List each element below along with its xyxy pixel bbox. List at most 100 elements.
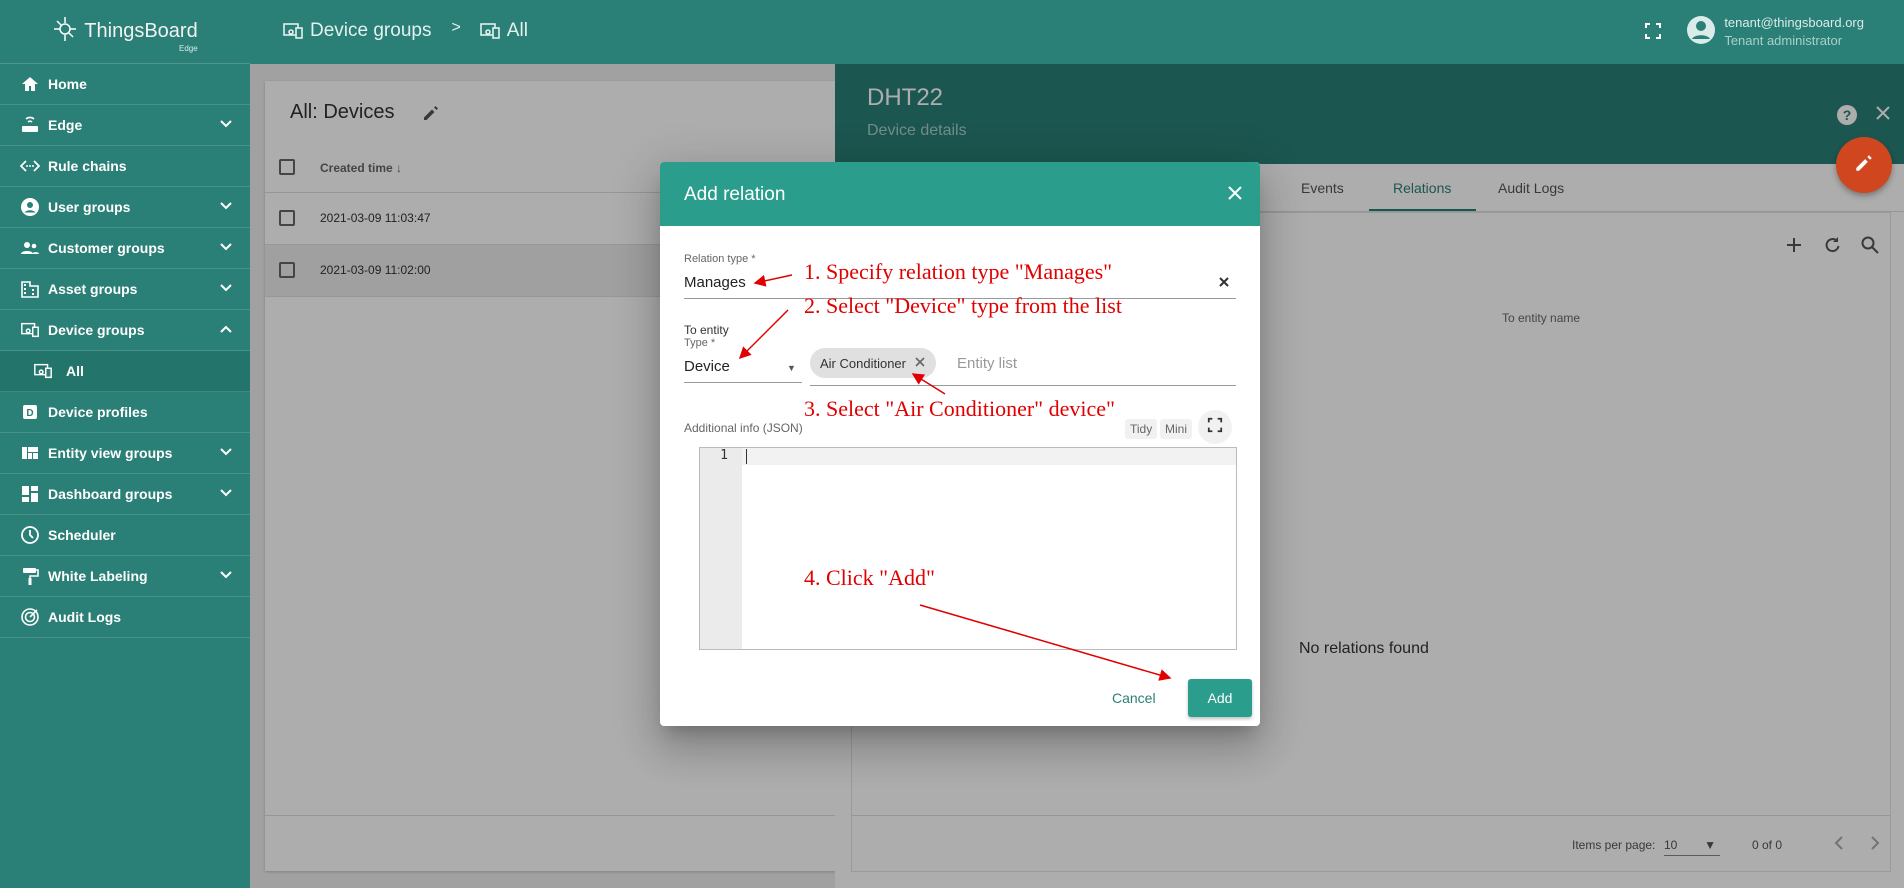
entity-chip-label: Air Conditioner	[820, 355, 906, 371]
sidebar: ThingsBoard Edge Home Edge Rule chains User …	[0, 0, 250, 888]
sidebar-item-label: Audit Logs	[48, 609, 122, 625]
entity-type-select[interactable]: Device	[684, 358, 730, 375]
user-email: tenant@thingsboard.org	[1724, 15, 1864, 30]
sidebar-item-label: Customer groups	[48, 240, 165, 256]
close-icon[interactable]	[1226, 184, 1244, 207]
sidebar-item-home[interactable]: Home	[0, 64, 250, 105]
chevron-down-icon[interactable]	[219, 486, 233, 503]
settings-ethernet-icon	[19, 155, 41, 177]
view-quilt-icon	[19, 442, 41, 464]
chevron-down-icon[interactable]	[219, 240, 233, 257]
fullscreen-icon[interactable]	[1644, 22, 1662, 45]
account-circle-icon	[19, 196, 41, 218]
logo-title: ThingsBoard	[84, 20, 198, 42]
sidebar-item-asset-groups[interactable]: Asset groups	[0, 269, 250, 310]
add-relation-dialog: Add relation Relation type * Manages To …	[660, 162, 1260, 726]
breadcrumb-separator: >	[451, 19, 461, 36]
sidebar-item-scheduler[interactable]: Scheduler	[0, 515, 250, 556]
chevron-down-icon[interactable]	[219, 281, 233, 298]
fullscreen-button[interactable]	[1198, 410, 1232, 444]
chevron-down-icon[interactable]	[219, 568, 233, 585]
fullscreen-icon	[1207, 417, 1223, 438]
logo[interactable]: ThingsBoard Edge	[0, 0, 250, 64]
entity-list-input[interactable]: Entity list	[957, 355, 1017, 372]
supervisor-account-icon	[19, 237, 41, 259]
cancel-button[interactable]: Cancel	[1112, 690, 1156, 706]
breadcrumb-device-groups[interactable]: Device groups	[310, 20, 431, 42]
sidebar-item-label: All	[66, 363, 84, 379]
home-icon	[19, 73, 41, 95]
sidebar-item-white-labeling[interactable]: White Labeling	[0, 556, 250, 597]
sidebar-item-label: Home	[48, 76, 87, 92]
devices-other-icon	[32, 360, 54, 382]
relation-type-input[interactable]: Manages	[684, 274, 746, 291]
type-label: Type *	[684, 337, 716, 349]
line-number: 1	[720, 448, 728, 463]
domain-icon	[19, 278, 41, 300]
devices-other-icon	[282, 22, 304, 40]
sidebar-item-label: Scheduler	[48, 527, 116, 543]
sidebar-item-device-profiles[interactable]: D Device profiles	[0, 392, 250, 433]
sidebar-item-user-groups[interactable]: User groups	[0, 187, 250, 228]
thingsboard-logo-icon	[52, 15, 78, 48]
track-changes-icon	[19, 606, 41, 628]
top-toolbar: Device groups > All tenant@thingsboard.o…	[250, 0, 1904, 64]
router-icon	[19, 114, 41, 136]
logo-text: ThingsBoard Edge	[84, 20, 198, 53]
schedule-icon	[19, 524, 41, 546]
chevron-up-icon[interactable]	[219, 322, 233, 339]
sidebar-item-label: White Labeling	[48, 568, 148, 584]
dialog-header: Add relation	[660, 162, 1260, 226]
add-button[interactable]: Add	[1188, 679, 1252, 717]
sidebar-item-label: Rule chains	[48, 158, 127, 174]
tidy-button[interactable]: Tidy	[1125, 419, 1158, 439]
sidebar-item-label: Asset groups	[48, 281, 138, 297]
sidebar-item-label: Device groups	[48, 322, 145, 338]
entity-chip[interactable]: Air Conditioner	[810, 348, 936, 378]
annotation-step-4: 4. Click "Add"	[804, 565, 936, 590]
chevron-down-icon[interactable]	[219, 117, 233, 134]
sidebar-item-label: Device profiles	[48, 404, 148, 420]
clear-icon[interactable]	[1217, 275, 1231, 294]
sidebar-item-label: Edge	[48, 117, 83, 133]
account-circle-icon	[1686, 15, 1716, 50]
sidebar-item-label: Entity view groups	[48, 445, 173, 461]
sidebar-item-customer-groups[interactable]: Customer groups	[0, 228, 250, 269]
to-entity-label: To entity	[684, 323, 729, 337]
dropdown-arrow-icon[interactable]: ▼	[787, 363, 796, 373]
chevron-down-icon[interactable]	[219, 199, 233, 216]
sidebar-item-rule-chains[interactable]: Rule chains	[0, 146, 250, 187]
devices-other-icon	[19, 319, 41, 341]
sidebar-item-dashboard-groups[interactable]: Dashboard groups	[0, 474, 250, 515]
dialog-title: Add relation	[684, 184, 786, 205]
format-paint-icon	[19, 565, 41, 587]
additional-info-label: Additional info (JSON)	[684, 421, 803, 435]
mini-button[interactable]: Mini	[1160, 419, 1193, 439]
editor-gutter: 1	[700, 448, 742, 649]
sidebar-item-entity-view-groups[interactable]: Entity view groups	[0, 433, 250, 474]
user-role: Tenant administrator	[1724, 33, 1843, 48]
sidebar-item-all[interactable]: All	[0, 351, 250, 392]
sidebar-item-edge[interactable]: Edge	[0, 105, 250, 146]
active-line-highlight	[700, 448, 1236, 465]
user-menu[interactable]: tenant@thingsboard.org Tenant administra…	[1686, 14, 1864, 50]
sidebar-item-label: User groups	[48, 199, 131, 215]
breadcrumb: Device groups > All	[282, 19, 528, 42]
sidebar-item-audit-logs[interactable]: Audit Logs	[0, 597, 250, 638]
entity-list-underline	[810, 385, 1236, 386]
text-cursor	[746, 449, 747, 464]
edit-fab-button[interactable]	[1836, 137, 1892, 193]
sidebar-item-label: Dashboard groups	[48, 486, 173, 502]
chevron-down-icon[interactable]	[219, 445, 233, 462]
annotation-step-3: 3. Select "Air Conditioner" device"	[804, 396, 1116, 421]
edit-icon	[1853, 152, 1875, 179]
sidebar-item-device-groups[interactable]: Device groups	[0, 310, 250, 351]
relation-type-label: Relation type *	[684, 253, 756, 265]
json-editor[interactable]: 1	[699, 447, 1237, 650]
dashboard-icon	[19, 483, 41, 505]
remove-chip-icon[interactable]	[914, 356, 926, 371]
breadcrumb-all: All	[506, 20, 528, 41]
svg-text:D: D	[26, 408, 33, 419]
device-profile-icon: D	[19, 401, 41, 423]
annotation-step-2: 2. Select "Device" type from the list	[804, 293, 1122, 318]
